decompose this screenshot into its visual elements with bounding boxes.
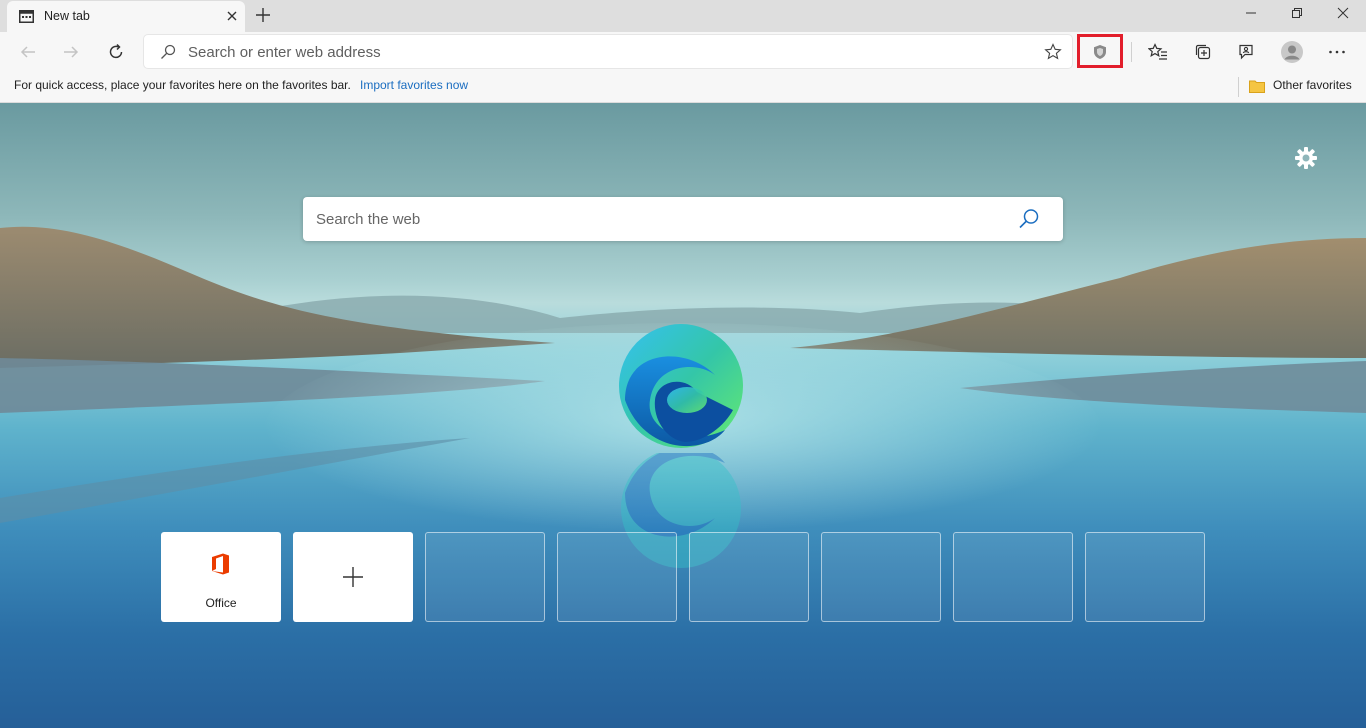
feedback-icon [1239,44,1253,60]
more-button[interactable] [1322,37,1352,67]
title-bar: New tab [0,0,1366,32]
plus-icon [343,567,363,587]
tile-office[interactable]: Office [161,532,281,622]
favorites-bar: For quick access, place your favorites h… [0,72,1366,103]
other-favorites[interactable]: Other favorites [1273,78,1352,92]
extension-button[interactable] [1085,37,1115,67]
feedback-button[interactable] [1231,37,1261,67]
favorites-icon [1148,43,1167,60]
restore-icon [1292,8,1302,18]
restore-button[interactable] [1274,0,1320,26]
search-icon [161,44,176,59]
more-icon [1329,50,1345,54]
office-icon [212,553,229,575]
folder-icon [1249,80,1265,93]
empty-tile [821,532,941,622]
address-input[interactable]: Search or enter web address [188,44,381,61]
import-favorites-link[interactable]: Import favorites now [360,78,468,92]
empty-tile [689,532,809,622]
refresh-button[interactable] [101,37,131,67]
address-bar[interactable]: Search or enter web address [144,35,1072,68]
edge-logo-icon [619,324,743,448]
back-button[interactable] [13,37,43,67]
minimize-button[interactable] [1228,0,1274,26]
favorites-bar-message: For quick access, place your favorites h… [14,78,351,92]
add-site-tile[interactable] [293,532,413,622]
search-icon[interactable] [1018,208,1040,230]
web-search-input[interactable]: Search the web [316,211,420,228]
star-icon[interactable] [1044,43,1062,61]
empty-tile [425,532,545,622]
empty-tile [557,532,677,622]
collections-button[interactable] [1188,37,1218,67]
new-tab-page: Search the web Office [0,103,1366,728]
web-search-box[interactable]: Search the web [303,197,1063,241]
toolbar-divider [1131,42,1132,62]
empty-tile [1085,532,1205,622]
empty-tile [953,532,1073,622]
tab-new-tab[interactable]: New tab [7,1,245,32]
forward-button[interactable] [56,37,86,67]
newtab-favicon-icon [19,10,34,23]
favorites-button[interactable] [1143,37,1173,67]
profile-icon [1281,41,1303,63]
refresh-icon [109,43,123,59]
favorites-divider [1238,77,1239,97]
plus-icon[interactable] [253,5,273,25]
gear-icon [1295,147,1317,169]
tile-label: Office [205,596,237,610]
collections-icon [1195,44,1211,60]
window-close-button[interactable] [1320,0,1366,26]
back-arrow-icon [20,46,35,58]
profile-button[interactable] [1277,37,1307,67]
shield-icon [1094,45,1106,59]
window-close-icon [1337,7,1349,19]
toolbar: Search or enter web address [0,32,1366,72]
forward-arrow-icon [64,46,79,58]
close-icon[interactable] [224,8,240,24]
tab-title: New tab [44,9,90,23]
minimize-icon [1246,12,1256,14]
settings-button[interactable] [1293,145,1319,171]
